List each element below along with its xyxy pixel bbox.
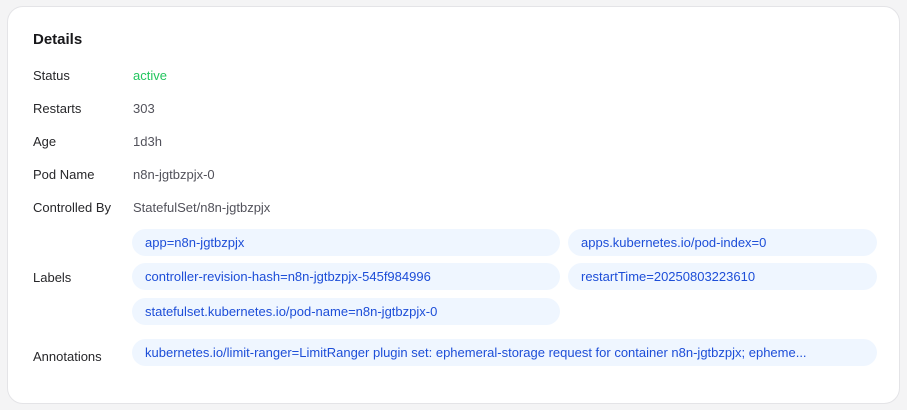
controlled-by-value[interactable]: StatefulSet/n8n-jgtbzpjx	[133, 200, 270, 216]
label-chip[interactable]: controller-revision-hash=n8n-jgtbzpjx-54…	[132, 263, 560, 290]
age-value: 1d3h	[133, 134, 162, 149]
controlled-by-label: Controlled By	[33, 200, 112, 215]
details-card: Details Status active Restarts 303 Age 1…	[7, 6, 900, 404]
age-label: Age	[33, 134, 57, 149]
pod-name-label: Pod Name	[33, 167, 95, 182]
pod-name-value: n8n-jgtbzpjx-0	[133, 167, 215, 182]
status-value: active	[133, 68, 167, 83]
details-title: Details	[33, 31, 83, 48]
labels-label: Labels	[33, 270, 72, 285]
status-label: Status	[33, 68, 70, 83]
restarts-label: Restarts	[33, 101, 82, 116]
label-chip[interactable]: apps.kubernetes.io/pod-index=0	[568, 229, 877, 256]
label-chip[interactable]: app=n8n-jgtbzpjx	[132, 229, 560, 256]
annotations-label: Annotations	[33, 349, 102, 364]
label-chip[interactable]: statefulset.kubernetes.io/pod-name=n8n-j…	[132, 298, 560, 325]
annotation-chip[interactable]: kubernetes.io/limit-ranger=LimitRanger p…	[132, 339, 877, 366]
label-chip[interactable]: restartTime=20250803223610	[568, 263, 877, 290]
restarts-value: 303	[133, 101, 155, 116]
